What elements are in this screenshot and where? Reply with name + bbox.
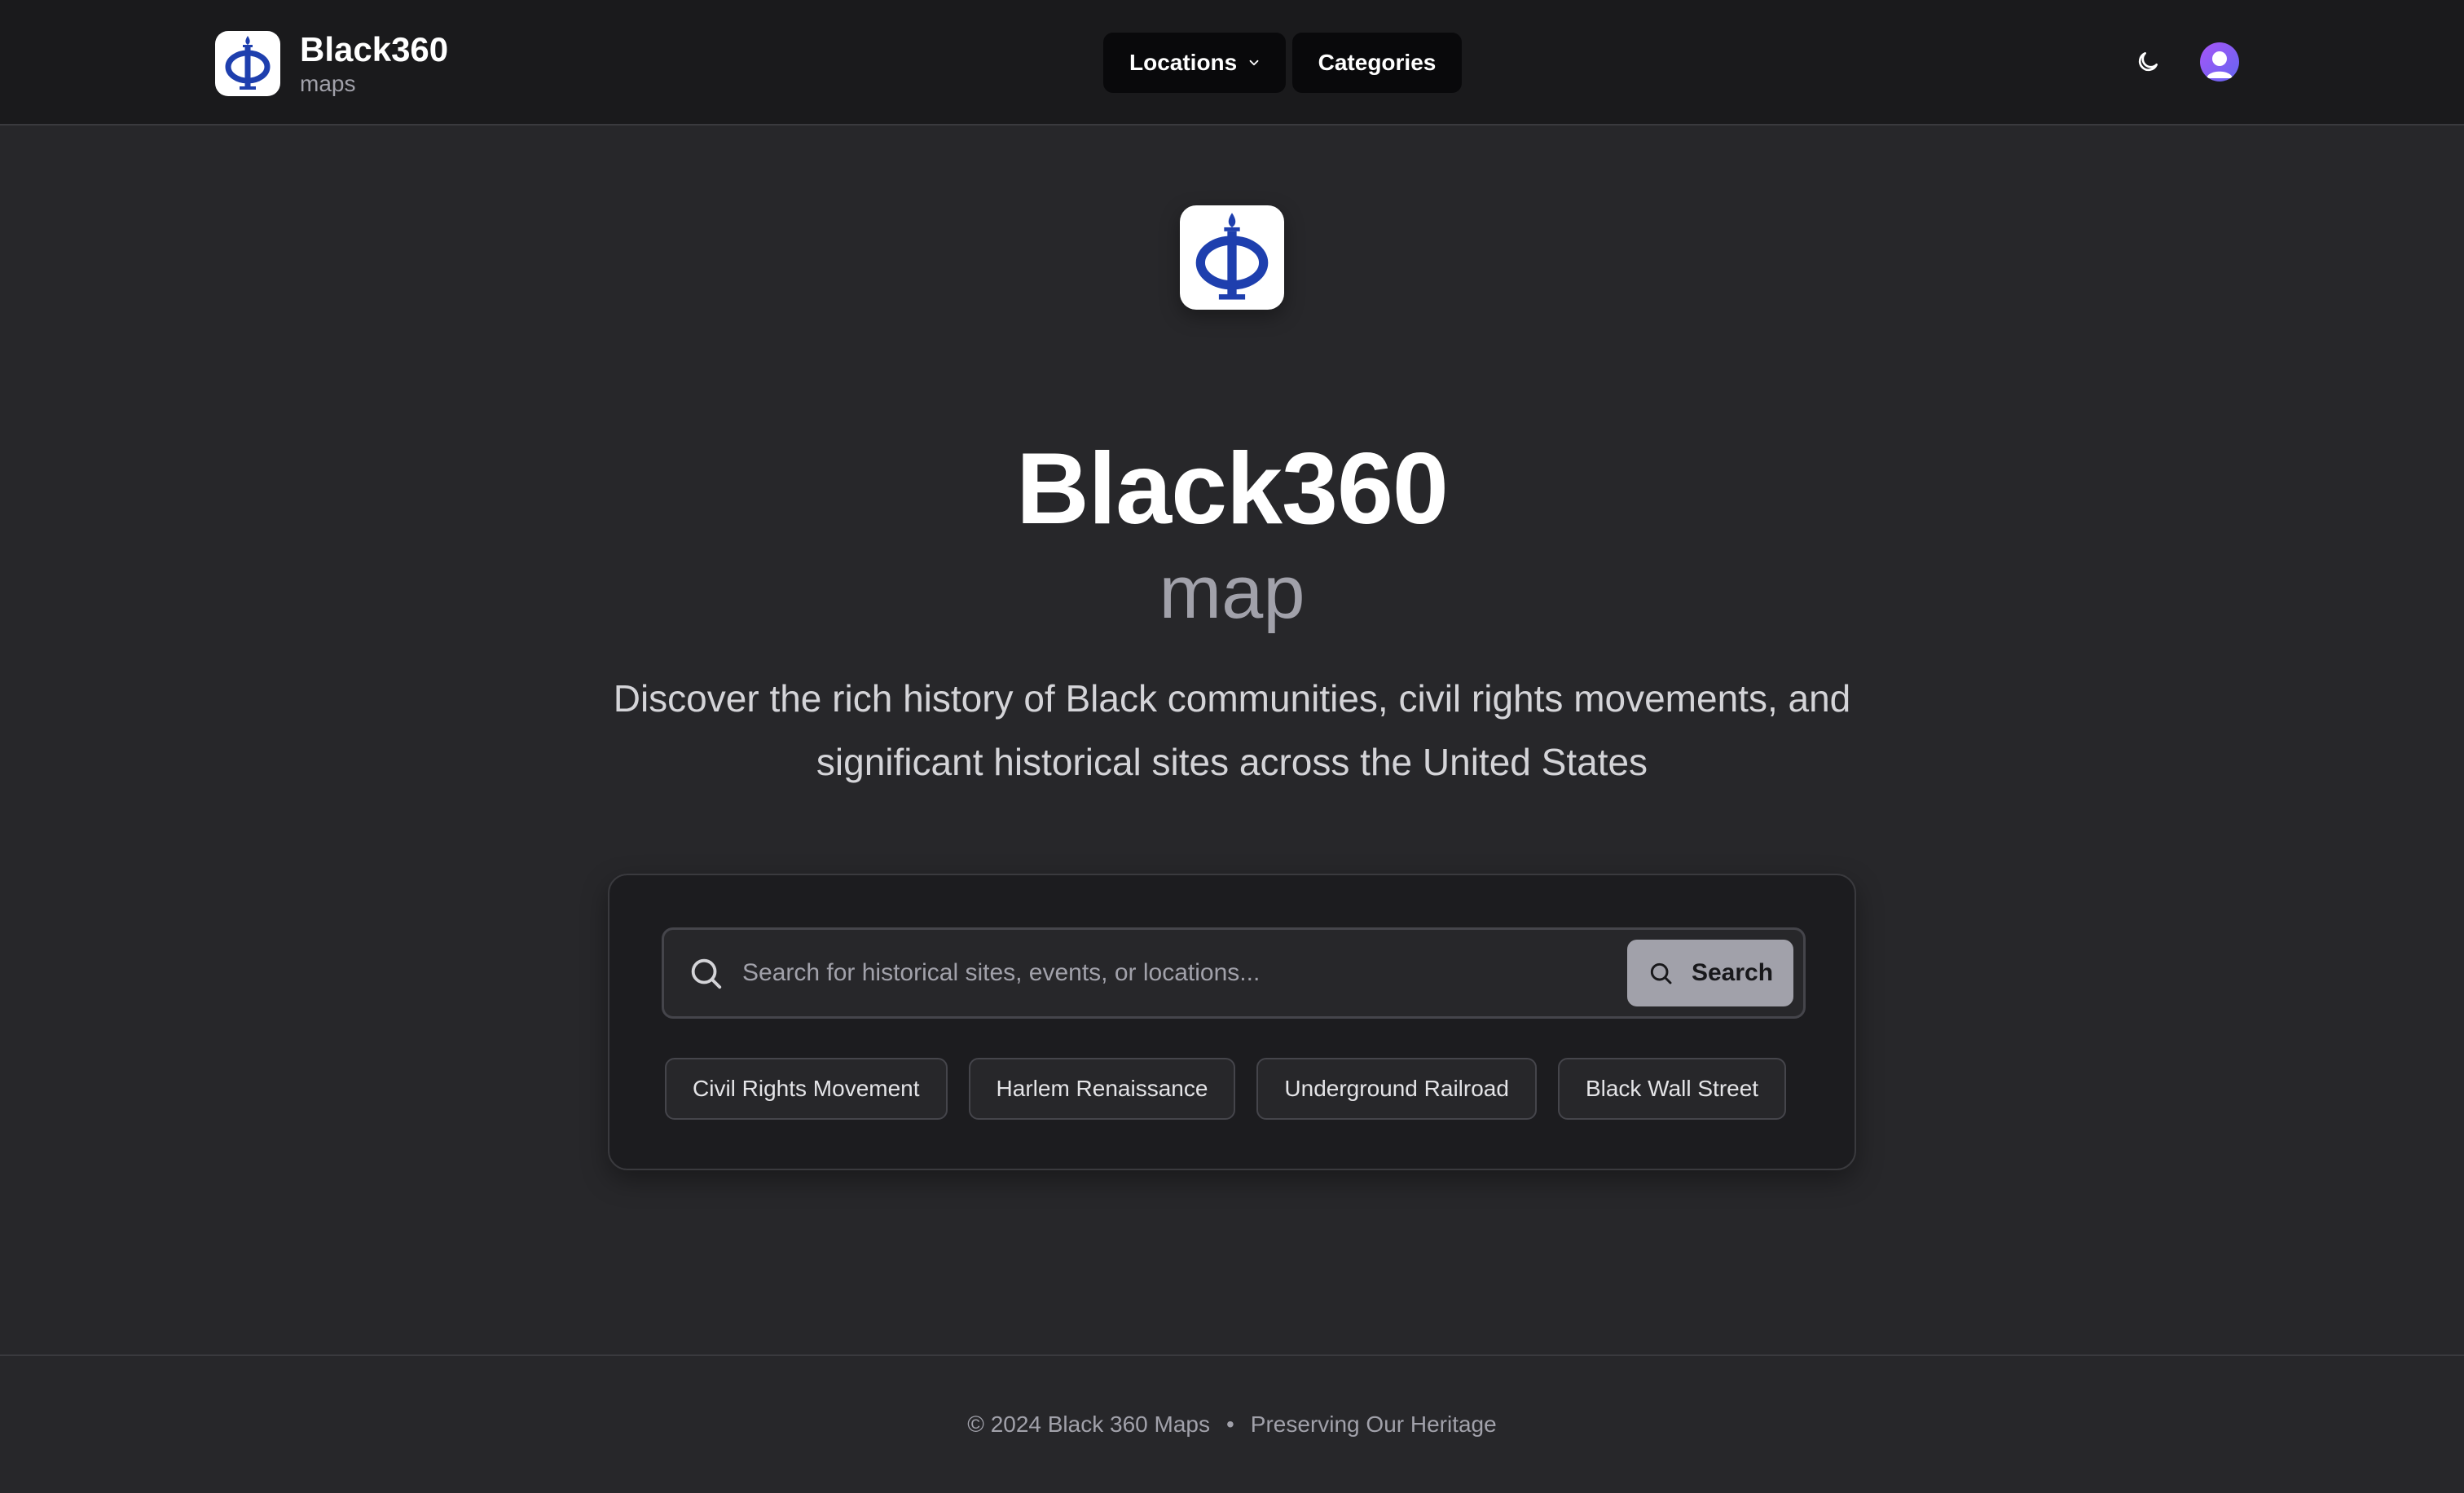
footer: © 2024 Black 360 Maps • Preserving Our H… — [0, 1354, 2464, 1493]
chip-black-wall-street[interactable]: Black Wall Street — [1557, 1058, 1787, 1120]
user-avatar[interactable] — [2200, 42, 2239, 81]
locations-dropdown-button[interactable]: Locations — [1103, 33, 1286, 93]
brand-title: Black360 — [300, 30, 449, 68]
top-navbar: Black360 maps Locations Categories — [0, 0, 2464, 126]
theme-toggle-button[interactable] — [2127, 41, 2169, 83]
search-card: Search Civil Rights Movement Harlem Rena… — [608, 874, 1856, 1170]
locations-label: Locations — [1129, 50, 1238, 75]
brand-logo — [215, 31, 280, 96]
search-input[interactable] — [742, 949, 1622, 997]
chevron-down-icon — [1247, 55, 1261, 70]
search-button-label: Search — [1691, 959, 1774, 986]
search-icon — [1650, 962, 1672, 984]
search-icon — [687, 954, 724, 992]
chip-civil-rights-movement[interactable]: Civil Rights Movement — [665, 1058, 948, 1120]
footer-copyright: © 2024 Black 360 Maps — [967, 1412, 1210, 1437]
categories-label: Categories — [1318, 50, 1437, 75]
user-avatar-icon — [2207, 51, 2233, 78]
hero-logo — [1180, 205, 1284, 310]
phi-torch-logo-icon — [1195, 213, 1269, 300]
hero-title: Black360 — [1016, 433, 1449, 545]
quick-search-chips: Civil Rights Movement Harlem Renaissance… — [665, 1058, 1787, 1120]
page: Black360 maps Locations Categories Black… — [0, 0, 2464, 1493]
search-field: Search — [662, 927, 1806, 1019]
chip-underground-railroad[interactable]: Underground Railroad — [1256, 1058, 1537, 1120]
brand[interactable]: Black360 maps — [215, 29, 448, 98]
moon-icon — [2138, 51, 2158, 72]
categories-button[interactable]: Categories — [1292, 33, 1462, 93]
main-nav: Locations Categories — [1103, 33, 1462, 93]
brand-subtitle: maps — [300, 71, 356, 96]
chip-harlem-renaissance[interactable]: Harlem Renaissance — [968, 1058, 1236, 1120]
search-button[interactable]: Search — [1627, 940, 1793, 1006]
footer-tagline: Preserving Our Heritage — [1250, 1412, 1497, 1437]
phi-torch-logo-icon — [225, 36, 271, 90]
hero-description: Discover the rich history of Black commu… — [613, 677, 1851, 783]
hero-subtitle: map — [1159, 551, 1305, 634]
footer-separator: • — [1225, 1412, 1234, 1437]
